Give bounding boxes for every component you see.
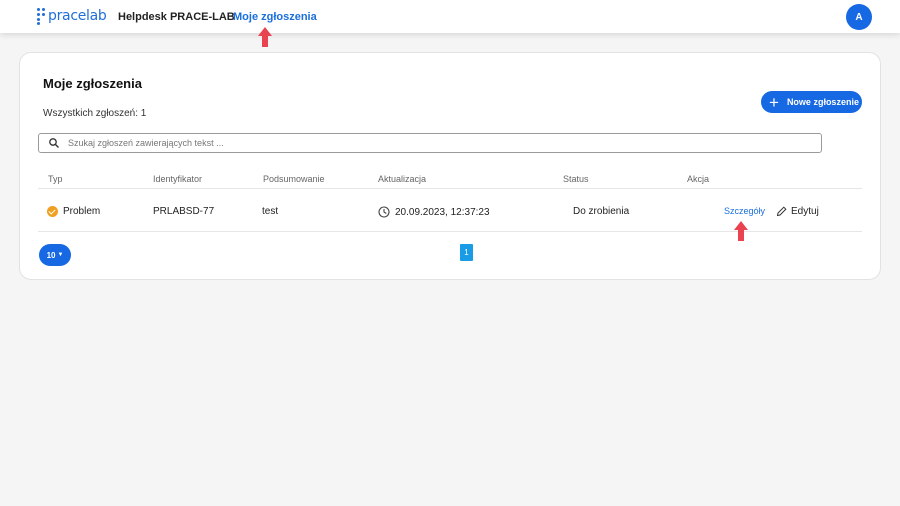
pracelab-logo[interactable]: pracelab: [37, 7, 107, 25]
col-header-updated: Aktualizacja: [378, 174, 427, 184]
type-cell: Problem: [47, 206, 100, 217]
edit-label: Edytuj: [791, 206, 819, 217]
pagination-page-1[interactable]: 1: [460, 244, 473, 261]
clock-icon: [378, 206, 390, 218]
status-cell: Do zrobienia: [573, 206, 630, 217]
id-cell: PRLABSD-77: [153, 206, 215, 217]
avatar[interactable]: A: [846, 4, 872, 30]
caret-down-icon: ▼: [57, 252, 64, 258]
updated-cell: 20.09.2023, 12:37:23: [378, 206, 490, 218]
summary-cell: test: [262, 206, 279, 217]
col-header-summary: Podsumowanie: [263, 174, 325, 184]
plus-icon: +: [769, 92, 779, 112]
page-size-selector[interactable]: 10 ▼: [39, 244, 71, 266]
page-title: Moje zgłoszenia: [43, 76, 142, 91]
requests-card: Moje zgłoszenia Wszystkich zgłoszeń: 1 +…: [19, 52, 881, 280]
search-icon: [49, 138, 59, 148]
pencil-icon: [776, 206, 787, 217]
search-box[interactable]: [38, 133, 822, 153]
new-request-label: Nowe zgłoszenie: [786, 97, 859, 107]
nav-helpdesk[interactable]: Helpdesk PRACE-LAB: [118, 11, 235, 23]
header-divider: [38, 188, 862, 189]
edit-button[interactable]: Edytuj: [776, 206, 819, 217]
annotation-arrow-up-icon: [734, 221, 748, 241]
logo-dots-icon: [37, 8, 46, 25]
col-header-status: Status: [563, 174, 589, 184]
col-header-type: Typ: [48, 174, 63, 184]
updated-value: 20.09.2023, 12:37:23: [395, 206, 490, 218]
problem-type-icon: [47, 206, 58, 217]
logo-text: pracelab: [48, 8, 107, 24]
col-header-action: Akcja: [687, 174, 710, 184]
total-count: Wszystkich zgłoszeń: 1: [43, 108, 147, 119]
search-input[interactable]: [68, 138, 768, 148]
top-navbar: pracelab Helpdesk PRACE-LAB Moje zgłosze…: [0, 0, 900, 33]
page-size-value: 10: [46, 250, 56, 260]
type-label: Problem: [63, 206, 101, 217]
annotation-arrow-up-icon: [258, 27, 272, 47]
col-header-id: Identyfikator: [153, 174, 203, 184]
new-request-button[interactable]: + Nowe zgłoszenie: [761, 91, 862, 113]
details-link[interactable]: Szczegóły: [724, 206, 765, 216]
nav-my-requests[interactable]: Moje zgłoszenia: [233, 11, 317, 23]
